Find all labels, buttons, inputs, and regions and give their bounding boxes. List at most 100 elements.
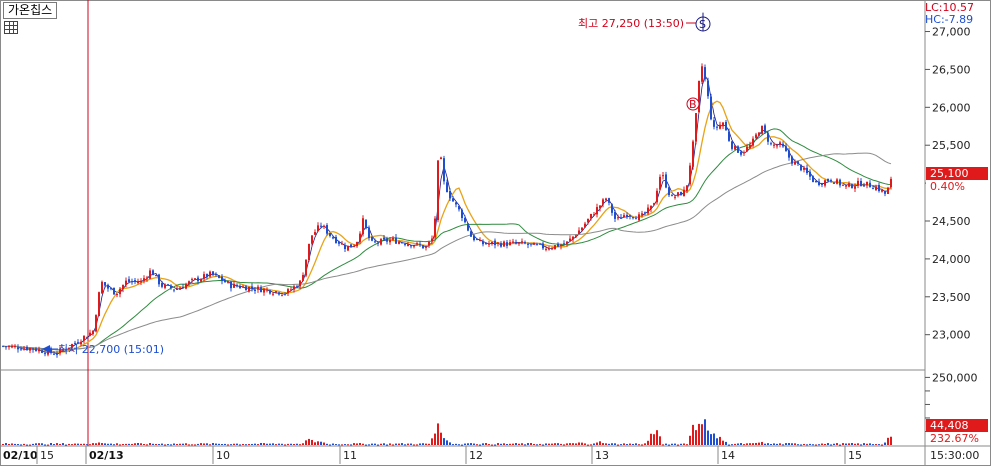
- volume-bar: [656, 430, 658, 445]
- volume-bar: [506, 444, 508, 446]
- candle-body: [854, 186, 856, 189]
- candle-body: [404, 243, 406, 245]
- candle-body: [839, 179, 841, 186]
- volume-bar: [80, 443, 82, 445]
- candle-body: [119, 288, 121, 295]
- candle-body: [857, 180, 859, 186]
- candle-body: [401, 242, 403, 244]
- volume-bar: [665, 443, 667, 445]
- candle-body: [245, 286, 247, 291]
- volume-bar: [98, 442, 100, 445]
- volume-bar: [863, 443, 865, 445]
- candle-body: [440, 157, 442, 160]
- candle-body: [353, 246, 355, 248]
- volume-bar: [161, 443, 163, 445]
- candle-body: [122, 284, 124, 290]
- candle-body: [590, 213, 592, 219]
- candle-body: [833, 182, 835, 184]
- volume-bar: [833, 443, 835, 445]
- candle-body: [662, 175, 664, 177]
- volume-bar: [671, 443, 673, 445]
- volume-bar: [284, 444, 286, 446]
- volume-bar: [710, 434, 712, 445]
- volume-bar: [155, 443, 157, 445]
- candle-body: [290, 289, 292, 291]
- volume-bar: [344, 444, 346, 446]
- volume-bar: [560, 443, 562, 445]
- candle-body: [224, 279, 226, 283]
- candle-body: [20, 349, 22, 351]
- volume-bar: [125, 443, 127, 445]
- volume-bar: [659, 436, 661, 445]
- candle-body: [584, 223, 586, 228]
- volume-bar: [59, 443, 61, 445]
- candle-body: [713, 120, 715, 127]
- candle-body: [134, 280, 136, 282]
- volume-bar: [134, 443, 136, 445]
- candle-body: [143, 278, 145, 281]
- current-price-badge: 25,100: [926, 167, 988, 180]
- candle-body: [419, 244, 421, 246]
- candle-body: [578, 230, 580, 235]
- candle-body: [575, 235, 577, 237]
- candle-body: [14, 346, 16, 348]
- volume-bar: [392, 444, 394, 446]
- volume-bar: [884, 442, 886, 445]
- candle-body: [374, 241, 376, 243]
- candle-body: [533, 242, 535, 245]
- price-chart[interactable]: 27,00026,50026,00025,50025,00024,50024,0…: [0, 0, 991, 466]
- candle-body: [32, 348, 34, 350]
- volume-bar: [767, 443, 769, 445]
- volume-bar: [239, 444, 241, 446]
- volume-bar: [329, 444, 331, 446]
- volume-bar: [824, 443, 826, 445]
- volume-bar: [404, 444, 406, 446]
- volume-bar: [461, 444, 463, 446]
- candle-body: [518, 242, 520, 244]
- candle-body: [266, 289, 268, 291]
- candle-body: [170, 285, 172, 289]
- volume-bar: [467, 443, 469, 445]
- volume-bar: [686, 444, 688, 446]
- candle-body: [176, 288, 178, 290]
- candle-body: [437, 160, 439, 221]
- volume-bar: [764, 443, 766, 445]
- volume-bar: [482, 443, 484, 445]
- volume-bar: [761, 441, 763, 445]
- volume-bar: [326, 443, 328, 445]
- candle-body: [326, 225, 328, 234]
- volume-bar: [851, 442, 853, 445]
- volume-bar: [173, 443, 175, 445]
- candle-body: [2, 345, 4, 347]
- candle-body: [485, 242, 487, 245]
- candle-body: [29, 347, 31, 351]
- volume-bar: [728, 444, 730, 446]
- candle-body: [206, 273, 208, 277]
- candle-body: [512, 241, 514, 243]
- volume-bar: [212, 443, 214, 445]
- volume-bar: [449, 442, 451, 445]
- volume-tick-label: 250,000: [932, 371, 978, 384]
- volume-bar: [29, 444, 31, 446]
- volume-bar: [152, 443, 154, 445]
- candle-body: [428, 241, 430, 246]
- candle-body: [128, 279, 130, 282]
- volume-bar: [407, 443, 409, 445]
- candle-body: [665, 174, 667, 188]
- candle-body: [608, 198, 610, 203]
- candle-body: [95, 315, 97, 332]
- volume-bar: [623, 443, 625, 445]
- volume-bar: [224, 443, 226, 445]
- candle-body: [728, 131, 730, 141]
- candle-body: [173, 289, 175, 291]
- volume-bar: [53, 444, 55, 446]
- candle-body: [221, 276, 223, 282]
- candle-body: [110, 288, 112, 290]
- candle-body: [365, 219, 367, 229]
- volume-bar: [722, 440, 724, 445]
- candle-body: [260, 287, 262, 293]
- volume-bar: [389, 443, 391, 445]
- candle-body: [236, 284, 238, 287]
- volume-bar: [626, 444, 628, 446]
- volume-bar: [263, 443, 265, 445]
